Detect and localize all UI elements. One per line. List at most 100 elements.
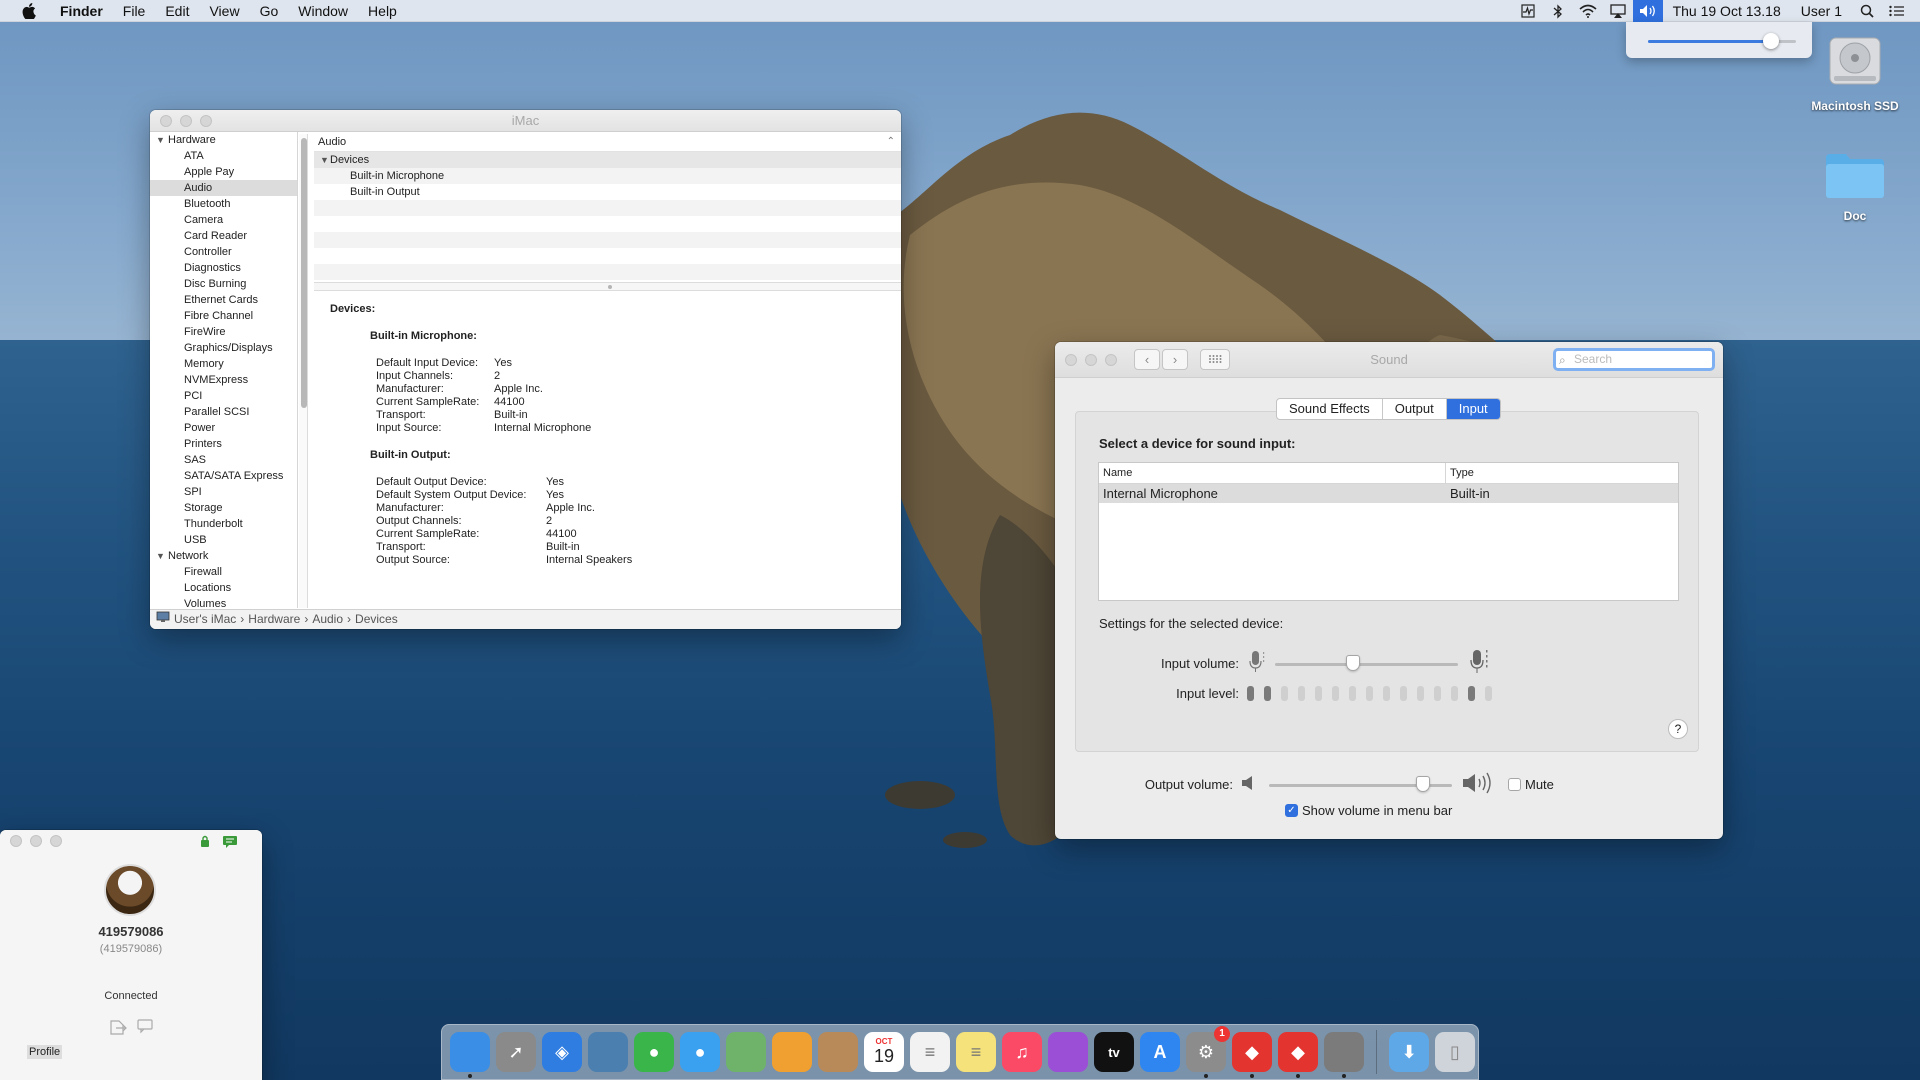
sidebar-item-ata[interactable]: ATA bbox=[150, 148, 297, 164]
sidebar-group-hardware[interactable]: ▼ Hardware bbox=[150, 132, 297, 148]
path-segment[interactable]: Hardware bbox=[248, 610, 300, 629]
tab-output[interactable]: Output bbox=[1383, 399, 1447, 419]
profile-label[interactable]: Profile bbox=[27, 1045, 63, 1059]
menu-finder[interactable]: Finder bbox=[50, 0, 113, 22]
sidebar-item-ethernet-cards[interactable]: Ethernet Cards bbox=[150, 292, 297, 308]
disclosure-triangle-icon[interactable]: ▼ bbox=[156, 548, 168, 564]
mute-checkbox-box[interactable] bbox=[1508, 778, 1521, 791]
lock-icon[interactable] bbox=[200, 835, 210, 851]
sidebar-item-apple-pay[interactable]: Apple Pay bbox=[150, 164, 297, 180]
desktop-icon-macintosh-ssd[interactable]: Macintosh SSD bbox=[1800, 32, 1910, 113]
sidebar-item-spi[interactable]: SPI bbox=[150, 484, 297, 500]
search-field[interactable]: ⌕ Search bbox=[1553, 348, 1715, 371]
preview-icon[interactable] bbox=[588, 1032, 628, 1072]
menu-help[interactable]: Help bbox=[358, 0, 407, 22]
sidebar-item-camera[interactable]: Camera bbox=[150, 212, 297, 228]
list-icon[interactable] bbox=[1882, 0, 1912, 22]
zoom-button[interactable] bbox=[1105, 354, 1117, 366]
sidebar-item-audio[interactable]: Audio bbox=[150, 180, 297, 196]
sidebar-item-parallel-scsi[interactable]: Parallel SCSI bbox=[150, 404, 297, 420]
menubar-user[interactable]: User 1 bbox=[1791, 3, 1852, 19]
automator-icon[interactable] bbox=[1324, 1032, 1364, 1078]
close-button[interactable] bbox=[160, 115, 172, 127]
bluetooth-icon[interactable] bbox=[1543, 0, 1573, 22]
sidebar-item-memory[interactable]: Memory bbox=[150, 356, 297, 372]
system-preferences-icon[interactable]: ⚙ 1 bbox=[1186, 1026, 1230, 1078]
path-segment[interactable]: Devices bbox=[355, 610, 398, 629]
minimize-button[interactable] bbox=[1085, 354, 1097, 366]
path-segment[interactable]: Audio bbox=[312, 610, 343, 629]
split-divider[interactable] bbox=[314, 282, 901, 291]
sidebar-item-diagnostics[interactable]: Diagnostics bbox=[150, 260, 297, 276]
tab-input[interactable]: Input bbox=[1446, 399, 1500, 419]
sidebar-scrollbar[interactable] bbox=[299, 134, 308, 608]
menubar-volume-knob[interactable] bbox=[1762, 33, 1779, 49]
show-volume-checkbox[interactable]: ✓ bbox=[1285, 804, 1298, 817]
finder-icon[interactable] bbox=[450, 1032, 490, 1078]
tree-item[interactable]: Built-in Microphone bbox=[314, 168, 901, 184]
window-titlebar[interactable]: ‹ › Sound ⌕ Search bbox=[1055, 342, 1723, 378]
minimize-button[interactable] bbox=[30, 835, 42, 847]
sidebar-item-volumes[interactable]: Volumes bbox=[150, 596, 297, 608]
tree-item[interactable]: Built-in Output bbox=[314, 184, 901, 200]
menu-view[interactable]: View bbox=[199, 0, 249, 22]
anydesk-alt-icon[interactable]: ◆ bbox=[1278, 1032, 1318, 1078]
sidebar-item-storage[interactable]: Storage bbox=[150, 500, 297, 516]
search-icon[interactable] bbox=[1852, 0, 1882, 22]
sidebar-item-printers[interactable]: Printers bbox=[150, 436, 297, 452]
sidebar-item-thunderbolt[interactable]: Thunderbolt bbox=[150, 516, 297, 532]
maps-icon[interactable] bbox=[726, 1032, 766, 1072]
trash-icon[interactable]: ▯ bbox=[1435, 1032, 1475, 1072]
input-volume-slider[interactable] bbox=[1275, 654, 1458, 671]
app-store-icon[interactable]: A bbox=[1140, 1032, 1180, 1072]
sidebar-item-firewire[interactable]: FireWire bbox=[150, 324, 297, 340]
close-button[interactable] bbox=[1065, 354, 1077, 366]
sidebar-item-usb[interactable]: USB bbox=[150, 532, 297, 548]
help-button[interactable]: ? bbox=[1668, 719, 1688, 739]
zoom-button[interactable] bbox=[50, 835, 62, 847]
back-button[interactable]: ‹ bbox=[1134, 349, 1160, 370]
slider-knob[interactable] bbox=[1416, 775, 1431, 792]
sidebar-item-graphics-displays[interactable]: Graphics/Displays bbox=[150, 340, 297, 356]
anydesk-icon[interactable]: ◆ bbox=[1232, 1032, 1272, 1078]
scrollbar-thumb[interactable] bbox=[301, 138, 307, 408]
forward-button[interactable]: › bbox=[1162, 349, 1188, 370]
tv-icon[interactable]: tv bbox=[1094, 1032, 1134, 1072]
photos-icon[interactable] bbox=[772, 1032, 812, 1072]
window-titlebar[interactable]: iMac bbox=[150, 110, 901, 132]
reminders-icon[interactable]: ≡ bbox=[910, 1032, 950, 1072]
wifi-icon[interactable] bbox=[1573, 0, 1603, 22]
contacts-icon[interactable] bbox=[818, 1032, 858, 1072]
minimize-button[interactable] bbox=[180, 115, 192, 127]
airplay-icon[interactable] bbox=[1603, 0, 1633, 22]
activity-icon[interactable] bbox=[1513, 0, 1543, 22]
slider-knob[interactable] bbox=[1345, 654, 1360, 671]
sidebar-item-firewall[interactable]: Firewall bbox=[150, 564, 297, 580]
content-header[interactable]: Audio ⌃ bbox=[314, 132, 901, 152]
notes-icon[interactable]: ≡ bbox=[956, 1032, 996, 1072]
messages-icon[interactable]: ● bbox=[680, 1032, 720, 1072]
apple-menu-icon[interactable] bbox=[18, 0, 40, 22]
column-name[interactable]: Name bbox=[1099, 463, 1446, 483]
menu-edit[interactable]: Edit bbox=[155, 0, 199, 22]
disclosure-triangle-icon[interactable]: ▼ bbox=[156, 132, 168, 148]
table-row[interactable]: Internal Microphone Built-in bbox=[1099, 484, 1678, 503]
podcasts-icon[interactable] bbox=[1048, 1032, 1088, 1072]
sort-chevron-icon[interactable]: ⌃ bbox=[887, 132, 895, 152]
message-icon[interactable] bbox=[136, 1018, 154, 1037]
zoom-button[interactable] bbox=[200, 115, 212, 127]
menubar-clock[interactable]: Thu 19 Oct 13.18 bbox=[1663, 3, 1791, 19]
sidebar-item-bluetooth[interactable]: Bluetooth bbox=[150, 196, 297, 212]
safari-icon[interactable]: ◈ bbox=[542, 1032, 582, 1072]
sidebar-item-sata-sata-express[interactable]: SATA/SATA Express bbox=[150, 468, 297, 484]
calendar-icon[interactable]: OCT 19 bbox=[864, 1032, 904, 1072]
menu-go[interactable]: Go bbox=[250, 0, 289, 22]
file-transfer-icon[interactable] bbox=[108, 1018, 128, 1039]
chat-icon[interactable] bbox=[222, 835, 238, 851]
sidebar-item-disc-burning[interactable]: Disc Burning bbox=[150, 276, 297, 292]
sidebar-item-fibre-channel[interactable]: Fibre Channel bbox=[150, 308, 297, 324]
sidebar-item-locations[interactable]: Locations bbox=[150, 580, 297, 596]
menubar-volume-slider[interactable] bbox=[1648, 33, 1796, 49]
column-type[interactable]: Type bbox=[1446, 463, 1474, 483]
menu-file[interactable]: File bbox=[113, 0, 156, 22]
